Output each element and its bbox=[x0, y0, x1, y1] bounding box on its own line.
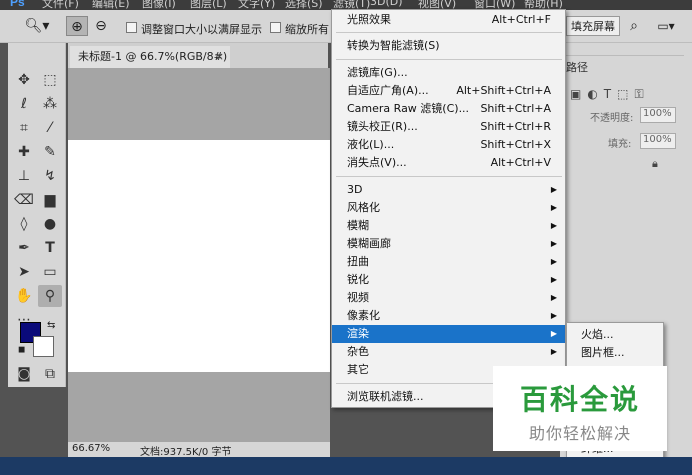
menu-item-lens-correction[interactable]: 镜头校正(R)... Shift+Ctrl+R bbox=[332, 118, 565, 136]
close-tab-icon[interactable]: × bbox=[215, 46, 224, 68]
zoom-all-windows-label: 缩放所有窗口 bbox=[285, 23, 329, 36]
brush-tool-icon[interactable]: ✎ bbox=[38, 141, 62, 163]
status-bar: 66.67% 文档:937.5K/0 字节 bbox=[68, 442, 330, 458]
panel-divider bbox=[564, 55, 684, 56]
zoom-tool-icon[interactable]: ⚲ bbox=[38, 285, 62, 307]
watermark-title: 百科全说 bbox=[519, 383, 640, 416]
tools-panel: ✥ ⬚ ℓ ⁂ ⌗ ⁄ ✚ ✎ ⊥ ↯ ⌫ ▆ ◊ ● ✒ T ➤ ▭ ✋ ⚲ … bbox=[8, 43, 66, 387]
submenu-video[interactable]: 视频 ▶ bbox=[332, 289, 565, 307]
magic-wand-icon[interactable]: ⁂ bbox=[38, 93, 62, 115]
lasso-tool-icon[interactable]: ℓ bbox=[12, 93, 36, 115]
quick-mask-icon[interactable]: ◙ bbox=[12, 363, 36, 385]
menu-image[interactable]: 图像(I) bbox=[142, 0, 176, 10]
menu-separator bbox=[336, 32, 562, 33]
chevron-right-icon: ▶ bbox=[550, 311, 557, 320]
menu-separator bbox=[336, 59, 562, 60]
menu-select[interactable]: 选择(S) bbox=[285, 0, 323, 10]
paths-tab[interactable]: 路径 bbox=[566, 59, 588, 75]
watermark-subtitle: 助你轻松解决 bbox=[528, 424, 631, 443]
menu-layer[interactable]: 图层(L) bbox=[190, 0, 227, 10]
menu-edit[interactable]: 编辑(E) bbox=[92, 0, 130, 10]
menu-item-liquify[interactable]: 液化(L)... Shift+Ctrl+X bbox=[332, 136, 565, 154]
fill-field[interactable]: 100% bbox=[640, 133, 676, 149]
workspace-icon[interactable]: ▭▾ bbox=[652, 16, 680, 36]
submenu-item-flame[interactable]: 火焰... bbox=[567, 326, 663, 344]
history-brush-icon[interactable]: ↯ bbox=[38, 165, 62, 187]
chevron-right-icon: ▶ bbox=[550, 347, 557, 356]
fill-screen-button[interactable]: 填充屏幕 bbox=[566, 16, 620, 36]
resize-windows-label: 调整窗口大小以满屏显示 bbox=[141, 23, 262, 36]
search-icon[interactable]: ⌕ bbox=[624, 16, 644, 36]
submenu-3d[interactable]: 3D ▶ bbox=[332, 181, 565, 199]
rectangle-tool-icon[interactable]: ▭ bbox=[38, 261, 62, 283]
crop-tool-icon[interactable]: ⌗ bbox=[12, 117, 36, 139]
document-info: 文档:937.5K/0 字节 bbox=[140, 447, 232, 458]
path-selection-icon[interactable]: ➤ bbox=[12, 261, 36, 283]
chevron-right-icon: ▶ bbox=[550, 329, 557, 338]
zoom-out-icon[interactable]: ⊖ bbox=[90, 16, 112, 36]
marquee-tool-icon[interactable]: ⬚ bbox=[38, 69, 62, 91]
menu-separator bbox=[336, 176, 562, 177]
fill-label: 填充: bbox=[608, 139, 632, 150]
submenu-noise[interactable]: 杂色 ▶ bbox=[332, 343, 565, 361]
chevron-right-icon: ▶ bbox=[550, 221, 557, 230]
menu-item-camera-raw[interactable]: Camera Raw 滤镜(C)... Shift+Ctrl+A bbox=[332, 100, 565, 118]
background-color-swatch[interactable] bbox=[33, 336, 54, 357]
opacity-label: 不透明度: bbox=[590, 113, 634, 124]
submenu-sharpen[interactable]: 锐化 ▶ bbox=[332, 271, 565, 289]
resize-windows-checkbox[interactable] bbox=[126, 22, 137, 33]
submenu-pixelate[interactable]: 像素化 ▶ bbox=[332, 307, 565, 325]
zoom-tool-preset-icon[interactable]: 🔍︎▾ bbox=[22, 16, 52, 36]
lock-icon: 🔒︎ bbox=[652, 157, 658, 170]
watermark: 百科全说 助你轻松解决 bbox=[493, 366, 667, 451]
photoshop-logo: Ps bbox=[10, 0, 25, 9]
zoom-in-icon[interactable]: ⊕ bbox=[66, 16, 88, 36]
chevron-right-icon: ▶ bbox=[550, 185, 557, 194]
opacity-field[interactable]: 100% bbox=[640, 107, 676, 123]
menu-item-adaptive-wide-angle[interactable]: 自适应广角(A)... Alt+Shift+Ctrl+A bbox=[332, 82, 565, 100]
dodge-tool-icon[interactable]: ● bbox=[38, 213, 62, 235]
submenu-stylize[interactable]: 风格化 ▶ bbox=[332, 199, 565, 217]
filter-menu: 光照效果 Alt+Ctrl+F 转换为智能滤镜(S) 滤镜库(G)... 自适应… bbox=[331, 9, 566, 408]
menu-file[interactable]: 文件(F) bbox=[42, 0, 79, 10]
menu-type[interactable]: 文字(Y) bbox=[238, 0, 275, 10]
submenu-item-picture-frame[interactable]: 图片框... bbox=[567, 344, 663, 362]
chevron-right-icon: ▶ bbox=[550, 293, 557, 302]
eraser-tool-icon[interactable]: ⌫ bbox=[12, 189, 36, 211]
default-colors-icon[interactable]: ◼ bbox=[18, 345, 25, 355]
hand-tool-icon[interactable]: ✋ bbox=[12, 285, 36, 307]
gradient-tool-icon[interactable]: ▆ bbox=[38, 189, 62, 211]
chevron-right-icon: ▶ bbox=[550, 203, 557, 212]
chevron-right-icon: ▶ bbox=[550, 275, 557, 284]
screen-mode-icon[interactable]: ⧉ bbox=[38, 363, 62, 385]
menu-item-lighting-effects[interactable]: 光照效果 Alt+Ctrl+F bbox=[332, 11, 565, 29]
document-tab-title: 未标题-1 @ 66.7%(RGB/8#) bbox=[78, 50, 228, 63]
menu-item-filter-gallery[interactable]: 滤镜库(G)... bbox=[332, 64, 565, 82]
pen-tool-icon[interactable]: ✒ bbox=[12, 237, 36, 259]
clone-stamp-icon[interactable]: ⊥ bbox=[12, 165, 36, 187]
eyedropper-icon[interactable]: ⁄ bbox=[38, 117, 62, 139]
type-tool-icon[interactable]: T bbox=[38, 237, 62, 259]
submenu-blur-gallery[interactable]: 模糊画廊 ▶ bbox=[332, 235, 565, 253]
submenu-blur[interactable]: 模糊 ▶ bbox=[332, 217, 565, 235]
submenu-distort[interactable]: 扭曲 ▶ bbox=[332, 253, 565, 271]
swap-colors-icon[interactable]: ⇆ bbox=[47, 320, 55, 331]
canvas[interactable] bbox=[68, 140, 330, 372]
chevron-right-icon: ▶ bbox=[550, 257, 557, 266]
blur-tool-icon[interactable]: ◊ bbox=[12, 213, 36, 235]
document-tab[interactable]: 未标题-1 @ 66.7%(RGB/8#) × bbox=[70, 46, 230, 68]
layer-filter-icons[interactable]: ▣◐T⬚⚿ bbox=[570, 87, 650, 102]
zoom-all-windows-checkbox[interactable] bbox=[270, 22, 281, 33]
menu-3d[interactable]: 3D(D) bbox=[370, 0, 403, 8]
move-tool-icon[interactable]: ✥ bbox=[12, 69, 36, 91]
menu-item-vanishing-point[interactable]: 消失点(V)... Alt+Ctrl+V bbox=[332, 154, 565, 172]
menu-item-convert-smart-filter[interactable]: 转换为智能滤镜(S) bbox=[332, 37, 565, 55]
healing-brush-icon[interactable]: ✚ bbox=[12, 141, 36, 163]
submenu-render[interactable]: 渲染 ▶ bbox=[332, 325, 565, 343]
chevron-right-icon: ▶ bbox=[550, 239, 557, 248]
zoom-level[interactable]: 66.67% bbox=[72, 443, 110, 454]
taskbar bbox=[0, 457, 692, 475]
